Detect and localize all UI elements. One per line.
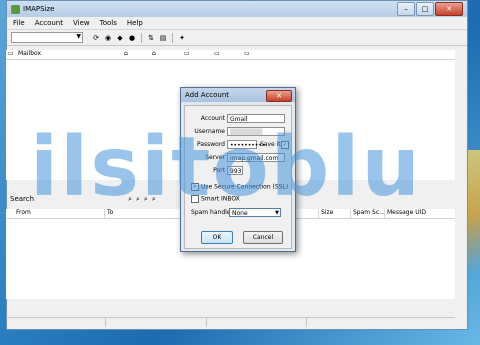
refresh-icon[interactable]: ◉ [103, 33, 113, 43]
search-option-icon[interactable]: ⌕ [144, 195, 148, 204]
minimize-button[interactable]: – [397, 2, 415, 16]
server-row: Server imap.gmail.com [185, 153, 291, 163]
title-bar[interactable]: IMAPSize – □ ✕ [7, 1, 467, 17]
mailbox-column-label[interactable]: Mailbox [18, 50, 41, 57]
sort-icon[interactable]: ⇅ [146, 33, 156, 43]
dialog-title-bar[interactable]: Add Account ✕ [181, 88, 295, 102]
chevron-down-icon: ▼ [76, 33, 81, 40]
toolbar-separator [141, 32, 142, 43]
home-icon[interactable]: ⌂ [152, 50, 156, 57]
connect-icon[interactable]: ⟳ [91, 33, 101, 43]
chevron-down-icon: ▼ [275, 210, 279, 216]
port-row: Port 993 [185, 166, 291, 176]
username-input[interactable]: ▒▒▒▒▒▒▒ [227, 127, 285, 136]
menu-bar: File Account View Tools Help [7, 17, 467, 30]
password-label: Password [196, 141, 225, 148]
search-label: Search [10, 195, 35, 203]
password-row: Password •••••••••• Save it ✓ [185, 140, 291, 150]
window-title: IMAPSize [23, 5, 55, 13]
app-icon [11, 4, 20, 14]
password-input[interactable]: •••••••••• [227, 140, 265, 149]
settings-icon[interactable]: ✦ [177, 33, 187, 43]
column-spam-score[interactable]: Spam Sc... [350, 209, 385, 218]
mailbox-header: ▭ Mailbox ⌂ ⌂ ▭ ▭ ▭ [6, 50, 455, 60]
dialog-close-button[interactable]: ✕ [266, 90, 292, 102]
column-message-uid[interactable]: Message UID [384, 209, 426, 218]
status-cell [6, 318, 107, 327]
ssl-label: Use Secure Connection (SSL) [201, 183, 289, 191]
spam-handle-select[interactable]: None ▼ [229, 208, 281, 217]
search-option-icon[interactable]: ⌕ [152, 195, 156, 204]
port-label: Port [213, 167, 225, 174]
folder-icon[interactable]: ▭ [244, 50, 250, 57]
spam-label: Spam handle [191, 209, 231, 216]
ssl-option[interactable]: ✓ Use Secure Connection (SSL) [191, 183, 288, 191]
spam-row: Spam handle None ▼ [185, 208, 291, 218]
account-combo[interactable]: ▼ [11, 32, 83, 43]
folder-icon[interactable]: ▭ [214, 50, 220, 57]
folder-icon[interactable]: ▭ [184, 50, 190, 57]
menu-account[interactable]: Account [35, 19, 63, 27]
username-row: Username ▒▒▒▒▒▒▒ [185, 127, 291, 137]
server-label: Server [205, 154, 225, 161]
save-it-label: Save it [260, 141, 281, 148]
download-icon[interactable]: ◆ [115, 33, 125, 43]
status-cell [207, 318, 307, 327]
menu-tools[interactable]: Tools [100, 19, 117, 27]
smart-inbox-label: Smart INBOX [201, 195, 240, 203]
close-button[interactable]: ✕ [435, 2, 463, 16]
filter-icon[interactable]: ▤ [158, 33, 168, 43]
column-size[interactable]: Size [318, 209, 333, 218]
username-label: Username [194, 128, 225, 135]
menu-help[interactable]: Help [127, 19, 143, 27]
status-cell [307, 318, 455, 327]
save-it-checkbox[interactable]: ✓ [281, 141, 289, 149]
smart-inbox-checkbox[interactable] [191, 195, 199, 203]
menu-file[interactable]: File [13, 19, 25, 27]
maximize-button[interactable]: □ [416, 2, 434, 16]
status-cell [106, 318, 207, 327]
menu-view[interactable]: View [73, 19, 90, 27]
cancel-button[interactable]: Cancel [243, 231, 283, 244]
toolbar-separator [172, 32, 173, 43]
stop-icon[interactable]: ● [127, 33, 137, 43]
dialog-body: Account Gmail Username ▒▒▒▒▒▒▒ Password … [184, 105, 292, 249]
spam-handle-value: None [232, 210, 248, 217]
add-account-dialog: Add Account ✕ Account Gmail Username ▒▒▒… [180, 87, 296, 252]
home-icon[interactable]: ⌂ [124, 50, 128, 57]
folder-icon: ▭ [8, 50, 14, 57]
search-option-icon[interactable]: ⌕ [128, 195, 132, 204]
dialog-title: Add Account [185, 91, 230, 99]
toolbar: ▼ ⟳ ◉ ◆ ● ⇅ ▤ ✦ [7, 30, 467, 46]
column-to[interactable]: To [104, 209, 113, 218]
account-input[interactable]: Gmail [227, 114, 285, 123]
server-input[interactable]: imap.gmail.com [227, 153, 285, 162]
account-label: Account [200, 115, 225, 122]
smart-inbox-option[interactable]: Smart INBOX [191, 195, 240, 203]
search-option-icon[interactable]: ⌕ [136, 195, 140, 204]
status-bar [6, 317, 455, 327]
ok-button[interactable]: OK [201, 231, 233, 244]
account-row: Account Gmail [185, 114, 291, 124]
column-from[interactable]: From [14, 209, 31, 218]
port-input[interactable]: 993 [227, 166, 243, 175]
ssl-checkbox[interactable]: ✓ [191, 183, 199, 191]
